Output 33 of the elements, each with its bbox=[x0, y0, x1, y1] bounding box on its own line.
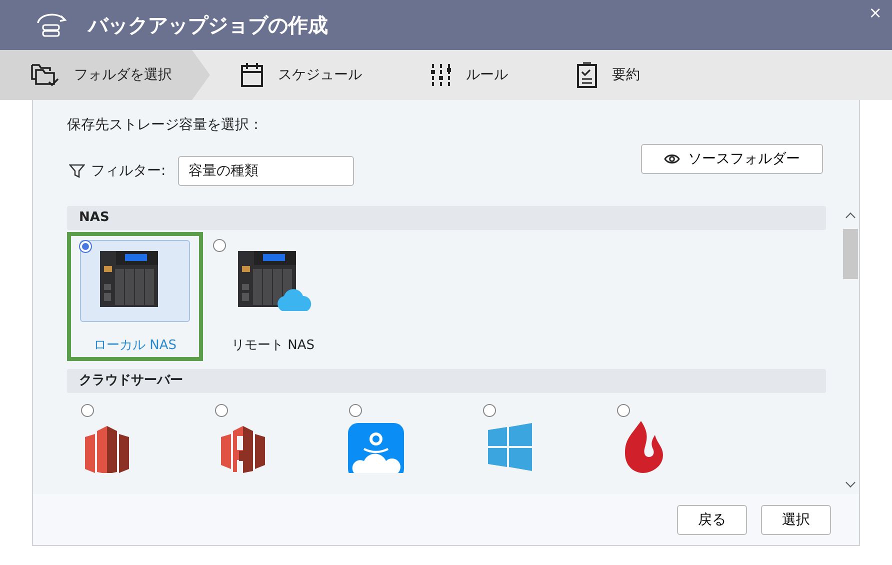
group-header: NAS bbox=[67, 206, 826, 230]
prompt-text: 保存先ストレージ容量を選択： bbox=[66, 116, 264, 134]
radio-button[interactable] bbox=[213, 239, 226, 252]
source-folder-button[interactable]: ソースフォルダー bbox=[641, 144, 823, 174]
calendar-icon bbox=[240, 62, 264, 88]
option-label: リモート NAS bbox=[231, 337, 314, 354]
scroll-thumb[interactable] bbox=[843, 229, 858, 279]
radio-button[interactable] bbox=[215, 404, 228, 417]
sliders-icon bbox=[430, 62, 452, 88]
radio-button[interactable] bbox=[79, 240, 92, 253]
group-header: クラウドサーバー bbox=[67, 369, 826, 393]
radio-button[interactable] bbox=[349, 404, 362, 417]
folder-check-icon bbox=[30, 62, 60, 88]
wizard-step-tab[interactable]: 要約 bbox=[546, 50, 660, 100]
radio-button[interactable] bbox=[483, 404, 496, 417]
filter-label: フィルター: bbox=[91, 162, 166, 180]
filter-icon bbox=[69, 163, 85, 179]
wizard-step-tab[interactable]: ルール bbox=[400, 50, 528, 100]
clipboard-check-icon bbox=[576, 62, 598, 88]
footer-button[interactable]: 選択 bbox=[761, 504, 831, 534]
cloud-drive-icon bbox=[348, 423, 404, 473]
window-title: バックアップジョブの作成 bbox=[88, 12, 328, 38]
option-label: ローカル NAS bbox=[93, 337, 176, 354]
footer-button[interactable]: 戻る bbox=[677, 504, 747, 534]
windows-logo-icon bbox=[485, 423, 535, 473]
radio-button[interactable] bbox=[617, 404, 630, 417]
eye-icon bbox=[664, 153, 680, 165]
filter-input[interactable]: 容量の種類 bbox=[178, 156, 354, 186]
storage-option[interactable]: リモート NAS bbox=[205, 232, 341, 361]
wizard-step-tab[interactable]: フォルダを選択 bbox=[0, 50, 210, 100]
wizard-step-tab[interactable]: スケジュール bbox=[210, 50, 382, 100]
radio-button[interactable] bbox=[81, 404, 94, 417]
close-button[interactable]: × bbox=[868, 3, 882, 22]
